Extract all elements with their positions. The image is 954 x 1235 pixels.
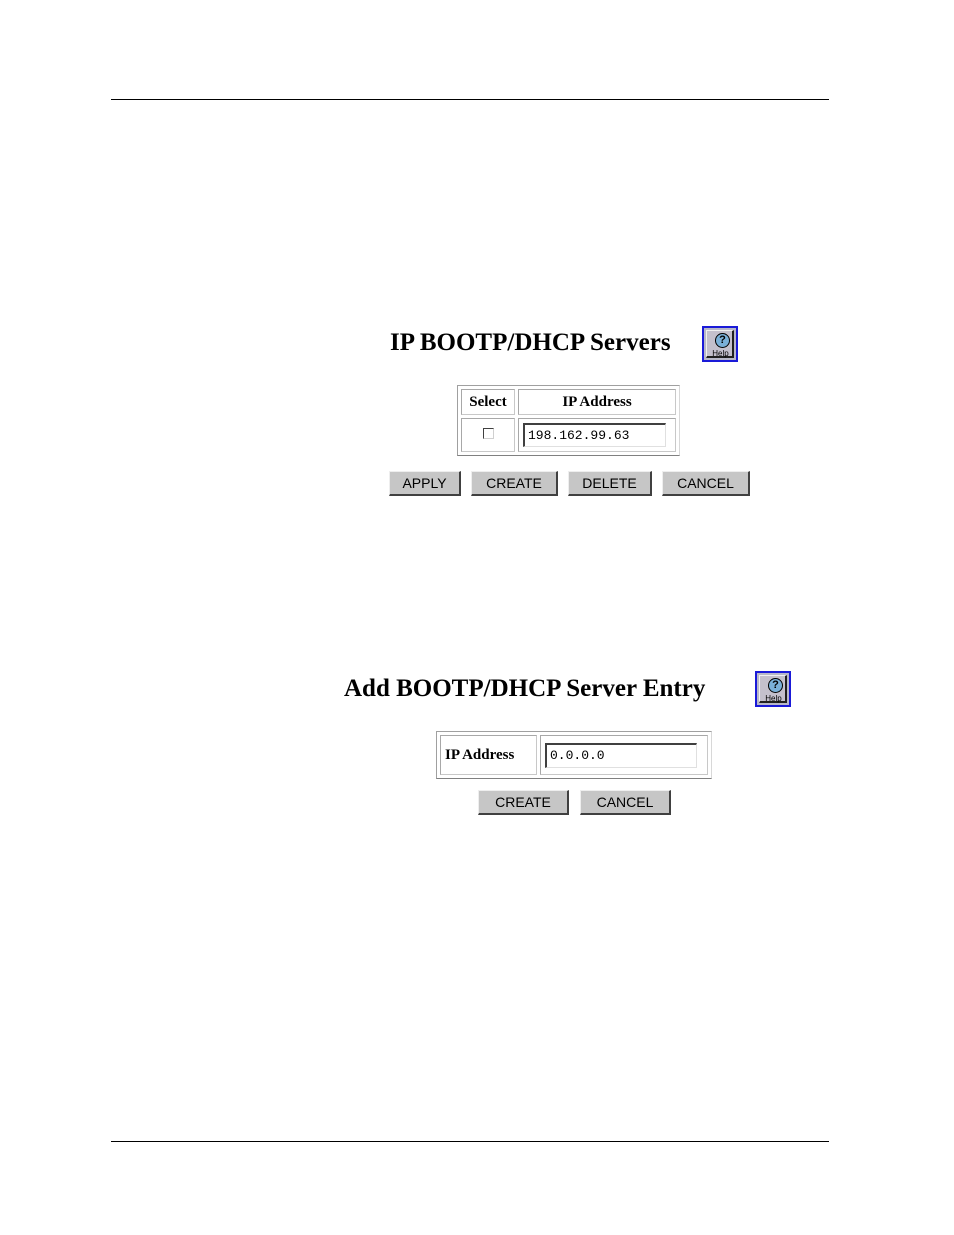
apply-button[interactable]: APPLY: [389, 471, 461, 496]
add-entry-table: IP Address: [436, 731, 712, 779]
column-header-ip-address: IP Address: [518, 389, 676, 415]
delete-button[interactable]: DELETE: [568, 471, 652, 496]
ip-address-label: IP Address: [440, 735, 537, 775]
row-select-checkbox[interactable]: [482, 427, 494, 439]
help-label: Help: [765, 694, 782, 703]
column-header-select: Select: [461, 389, 515, 415]
table-header-row: Select IP Address: [461, 389, 676, 415]
cancel-button[interactable]: CANCEL: [662, 471, 750, 496]
add-cancel-button[interactable]: CANCEL: [580, 790, 671, 815]
select-cell: [461, 418, 515, 452]
add-entry-help-button[interactable]: ? Help: [755, 671, 791, 707]
add-entry-title: Add BOOTP/DHCP Server Entry: [344, 675, 706, 702]
add-entry-row: IP Address: [440, 735, 708, 775]
ip-address-cell: [518, 418, 676, 452]
table-row: [461, 418, 676, 452]
row-ip-address-input[interactable]: [523, 423, 666, 447]
create-button[interactable]: CREATE: [471, 471, 558, 496]
ip-address-field-cell: [540, 735, 708, 775]
help-icon: ?: [715, 333, 730, 348]
footer-rule: [111, 1141, 829, 1142]
servers-table: Select IP Address: [457, 385, 680, 456]
servers-title: IP BOOTP/DHCP Servers: [390, 329, 671, 356]
add-create-button[interactable]: CREATE: [478, 790, 569, 815]
header-rule: [111, 99, 829, 100]
help-icon: ?: [768, 678, 783, 693]
help-label: Help: [712, 349, 729, 358]
ip-address-input[interactable]: [545, 742, 697, 768]
servers-help-button[interactable]: ? Help: [702, 326, 738, 362]
